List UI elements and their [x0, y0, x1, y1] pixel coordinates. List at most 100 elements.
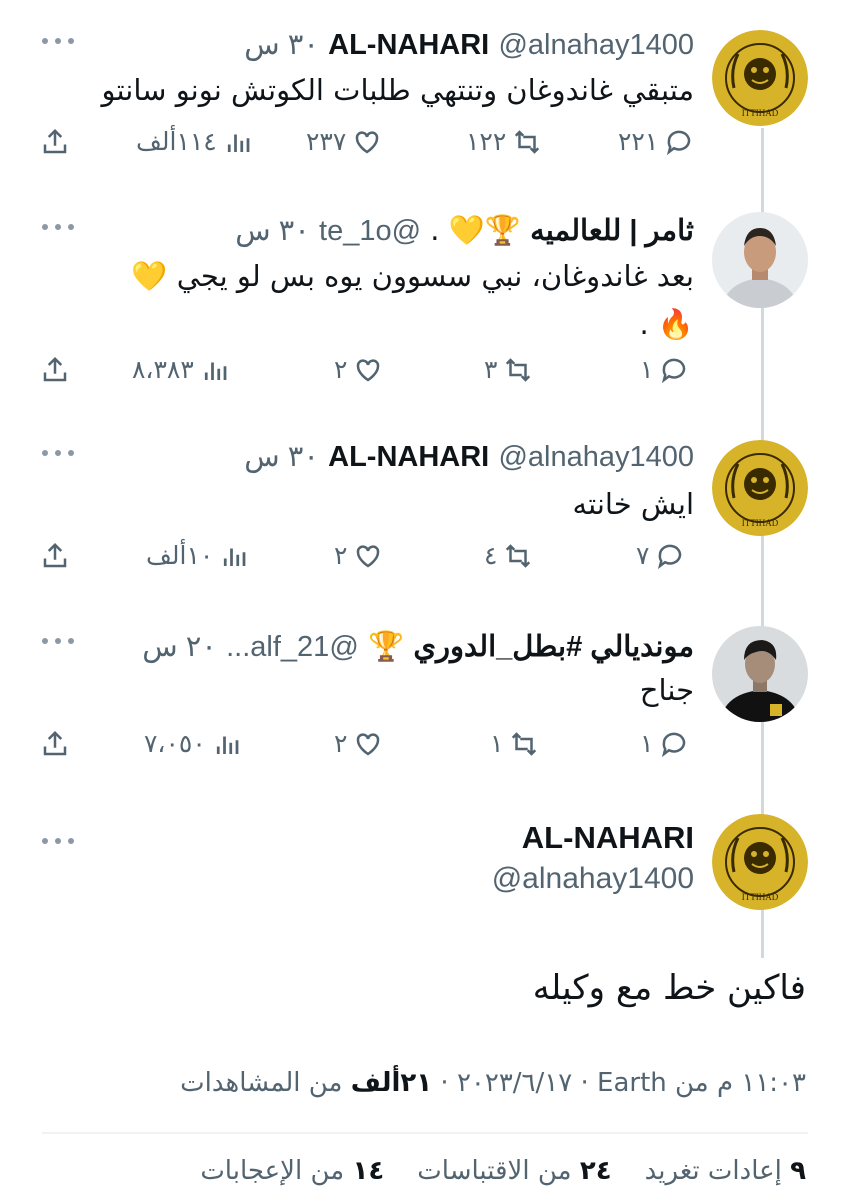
- ittihad-logo-icon: ITTIHAD: [712, 440, 808, 536]
- timestamp-source[interactable]: ١١:٠٣ م من Earth · ٢٠٢٣/٦/١٧ ·: [440, 1068, 806, 1098]
- avatar[interactable]: [712, 626, 808, 722]
- display-name[interactable]: ثامر | للعالميه: [530, 215, 694, 247]
- tweet-actions: ٧ ٤ ٢ ١٠ألف: [40, 536, 700, 576]
- like-button[interactable]: ٢: [334, 724, 383, 764]
- retweet-button[interactable]: ١٢٢: [466, 122, 542, 162]
- more-options-icon[interactable]: [42, 36, 76, 46]
- heart-icon: [357, 733, 380, 756]
- tweet-text-line: بعد غاندوغان، نبي سسوون يوه بس لو يجي 💛: [131, 259, 694, 293]
- heart-icon: [356, 131, 379, 154]
- display-name[interactable]: مونديالي #بطل_الدوري: [413, 631, 694, 663]
- timestamp[interactable]: ٢٠ س: [142, 631, 217, 663]
- views-button[interactable]: ٨،٣٨٣: [132, 350, 230, 390]
- like-button[interactable]: ٢: [334, 350, 383, 390]
- views-count: ١١٤ألف: [136, 128, 217, 156]
- reply-button[interactable]: ١: [640, 724, 689, 764]
- retweet-count: ١: [490, 730, 504, 758]
- avatar[interactable]: ITTIHAD: [712, 30, 808, 126]
- timestamp[interactable]: ٣٠ س: [244, 441, 319, 473]
- like-button[interactable]: ٢: [334, 536, 383, 576]
- tweet-meta: ١١:٠٣ م من Earth · ٢٠٢٣/٦/١٧ · ٢١ألف من …: [180, 1068, 806, 1098]
- share-button[interactable]: [40, 350, 70, 390]
- tweet-actions: ١ ٣ ٢ ٨،٣٨٣: [40, 350, 700, 390]
- quotes-stat[interactable]: ٢٤ من الاقتباسات: [417, 1156, 611, 1186]
- player-photo-icon: [712, 212, 808, 308]
- share-button[interactable]: [40, 122, 70, 162]
- reply-button[interactable]: ١: [640, 350, 689, 390]
- views-count: ٢١ألف: [350, 1068, 433, 1098]
- reply-icon: [658, 544, 682, 570]
- retweet-count: ١٢٢: [466, 128, 507, 156]
- retweet-icon: [506, 358, 531, 382]
- retweet-icon: [506, 544, 531, 568]
- avatar[interactable]: ITTIHAD: [712, 814, 808, 910]
- likes-count: ١٤: [352, 1156, 385, 1186]
- divider: [42, 1132, 808, 1134]
- reply-button[interactable]: ٢٢١: [618, 122, 694, 162]
- display-name[interactable]: AL-NAHARI: [522, 820, 694, 856]
- heart-icon: [357, 359, 380, 382]
- views-icon: [204, 362, 227, 380]
- retweets-label: إعادات تغريد: [644, 1156, 782, 1186]
- retweet-button[interactable]: ٤: [484, 536, 533, 576]
- display-name[interactable]: AL-NAHARI: [328, 441, 489, 473]
- reply-count: ٧: [636, 542, 650, 570]
- ittihad-logo-icon: ITTIHAD: [712, 814, 808, 910]
- handle[interactable]: @alnahay1400: [498, 441, 694, 473]
- more-options-icon[interactable]: [42, 836, 76, 846]
- more-options-icon[interactable]: [42, 448, 76, 458]
- share-button[interactable]: [40, 536, 70, 576]
- views-icon: [227, 134, 250, 152]
- views-button[interactable]: ١١٤ألف: [136, 122, 253, 162]
- retweet-icon: [515, 130, 540, 154]
- svg-text:ITTIHAD: ITTIHAD: [742, 892, 779, 902]
- handle[interactable]: @alnahay1400: [498, 29, 694, 61]
- share-button[interactable]: [40, 724, 70, 764]
- like-button[interactable]: ٢٣٧: [306, 122, 382, 162]
- views-icon: [224, 548, 246, 566]
- views-button[interactable]: ٧،٠٥٠: [144, 724, 242, 764]
- like-count: ٢٣٧: [306, 128, 347, 156]
- timestamp[interactable]: ٣٠ س: [244, 29, 319, 61]
- reply-icon: [662, 732, 686, 758]
- reply-button[interactable]: ٧: [636, 536, 685, 576]
- tweet-header: AL-NAHARI @alnahay1400 ٣٠ س: [244, 438, 694, 475]
- like-count: ٢: [334, 356, 348, 384]
- share-icon: [43, 730, 67, 756]
- more-options-icon[interactable]: [42, 222, 76, 232]
- svg-text:ITTIHAD: ITTIHAD: [742, 518, 779, 528]
- views-icon: [216, 736, 239, 754]
- display-name[interactable]: AL-NAHARI: [328, 29, 489, 61]
- tweet-text: بعد غاندوغان، نبي سسوون يوه بس لو يجي 💛 …: [54, 256, 694, 344]
- retweet-count: ٣: [484, 356, 498, 384]
- engagement-stats: ٩ إعادات تغريد ٢٤ من الاقتباسات ١٤ من ال…: [200, 1156, 806, 1186]
- retweet-button[interactable]: ٣: [484, 350, 533, 390]
- tweet-text: جناح: [639, 673, 694, 707]
- reply-icon: [667, 130, 691, 156]
- views-label: من المشاهدات: [180, 1068, 343, 1098]
- quotes-label: من الاقتباسات: [417, 1156, 572, 1186]
- tweet-text: فاكين خط مع وكيله: [532, 968, 806, 1008]
- handle[interactable]: @alnahay1400: [492, 862, 694, 896]
- reply-count: ١: [640, 730, 654, 758]
- name-emoji: 🏆: [367, 629, 405, 663]
- views-count: ٧،٠٥٠: [144, 730, 206, 758]
- tweet-header: AL-NAHARI @alnahay1400 ٣٠ س: [244, 26, 694, 63]
- name-emoji: 🏆💛 .: [430, 213, 521, 247]
- player-photo-icon: [712, 626, 808, 722]
- likes-stat[interactable]: ١٤ من الإعجابات: [200, 1156, 384, 1186]
- avatar[interactable]: [712, 212, 808, 308]
- avatar[interactable]: ITTIHAD: [712, 440, 808, 536]
- share-icon: [43, 356, 67, 382]
- tweet-text: متبقي غاندوغان وتنتهي طلبات الكوتش نونو …: [101, 73, 694, 107]
- reply-icon: [662, 358, 686, 384]
- retweets-count: ٩: [790, 1156, 806, 1186]
- retweets-stat[interactable]: ٩ إعادات تغريد: [645, 1156, 806, 1186]
- timestamp[interactable]: ٣٠ س: [235, 215, 310, 247]
- more-options-icon[interactable]: [42, 636, 76, 646]
- retweet-button[interactable]: ١: [490, 724, 539, 764]
- handle[interactable]: @te_1o: [319, 215, 421, 247]
- views-button[interactable]: ١٠ألف: [146, 536, 249, 576]
- views-count: ١٠ألف: [146, 542, 214, 570]
- handle[interactable]: @21_alf...: [226, 631, 359, 663]
